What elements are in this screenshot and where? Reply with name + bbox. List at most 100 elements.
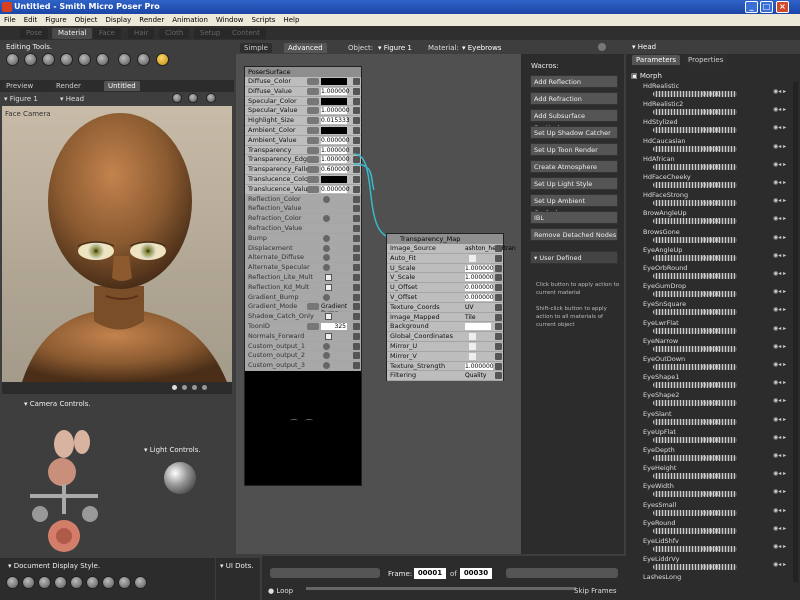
poser-surface-row[interactable]: Highlight_Size 0.015333 <box>245 116 361 126</box>
wacro-remove-detached-button[interactable]: Remove Detached Nodes <box>530 228 618 241</box>
morph-value[interactable]: 0.000 <box>702 217 721 225</box>
view-magnifier-tool-icon[interactable] <box>137 53 150 66</box>
poser-surface-row[interactable]: Custom_output_1 <box>245 341 361 352</box>
timeline-scrubber[interactable] <box>306 587 576 590</box>
input-plug-icon[interactable] <box>353 117 360 125</box>
morph-parameter[interactable]: EyeWidth 0.000 ◉◂ ▸ <box>643 482 793 502</box>
row-value-field[interactable]: 1.000000 <box>321 156 350 164</box>
room-tab-pose[interactable]: Pose <box>20 28 49 39</box>
input-plug-icon[interactable] <box>353 332 360 340</box>
poser-surface-row[interactable]: Diffuse_Color <box>245 77 361 87</box>
help-icon[interactable] <box>323 342 330 350</box>
morph-parameter[interactable]: HdFaceCheeky 0.000 ◉◂ ▸ <box>643 173 793 193</box>
input-plug-icon[interactable] <box>353 313 360 321</box>
morph-parameter[interactable]: HdAfrican 0.000 ◉◂ ▸ <box>643 155 793 175</box>
row-value-field[interactable] <box>321 126 347 134</box>
morph-parameter[interactable]: EyeHeight 0.000 ◉◂ ▸ <box>643 464 793 484</box>
transparency-map-row[interactable]: U_Offset 0.000000 <box>387 283 503 293</box>
row-value-field[interactable]: Tile <box>465 314 493 321</box>
wacro-toon-render-button[interactable]: Set Up Toon Render <box>530 143 618 156</box>
row-value-field[interactable] <box>321 97 347 105</box>
poser-surface-node[interactable]: PoserSurface Diffuse_Color Diffuse_Value 1… <box>244 66 362 486</box>
display-style-icon[interactable] <box>118 576 131 589</box>
poser-surface-row[interactable]: Specular_Value 1.000000 <box>245 106 361 117</box>
figure-dropdown[interactable]: ▾ Figure 1 <box>4 95 38 103</box>
row-value-field[interactable]: Quality <box>465 372 493 379</box>
input-plug-icon[interactable] <box>353 254 360 262</box>
wacro-shadow-catcher-button[interactable]: Set Up Shadow Catcher <box>530 126 618 139</box>
row-value-field[interactable]: 1.000000 <box>321 107 350 115</box>
morph-dial[interactable] <box>653 109 737 116</box>
wacro-create-atmosphere-button[interactable]: Create Atmosphere <box>530 160 618 173</box>
help-icon[interactable] <box>323 195 330 203</box>
morph-menu-icon[interactable]: ◉◂ ▸ <box>773 124 786 131</box>
value-dial-icon[interactable] <box>307 78 319 85</box>
input-plug-icon[interactable] <box>495 372 502 380</box>
display-style-icon[interactable] <box>6 576 19 589</box>
morph-value[interactable]: 0.000 <box>702 454 721 462</box>
morph-menu-icon[interactable]: ◉◂ ▸ <box>773 161 786 168</box>
display-style-icon[interactable] <box>102 576 115 589</box>
morph-value[interactable]: 0.000 <box>702 327 721 335</box>
checkbox[interactable] <box>325 273 332 281</box>
value-dial-icon[interactable] <box>307 117 319 125</box>
total-frames-field[interactable]: 00030 <box>460 568 492 579</box>
input-plug-icon[interactable] <box>495 264 502 272</box>
document-viewport[interactable]: Face Camera <box>2 106 232 382</box>
poser-surface-row[interactable]: Transparency_Falloff 0.600000 <box>245 165 361 175</box>
value-dial-icon[interactable] <box>307 87 319 95</box>
morph-menu-icon[interactable]: ◉◂ ▸ <box>773 197 786 204</box>
playback-buttons[interactable] <box>270 568 380 578</box>
morph-dial[interactable] <box>653 345 737 352</box>
morph-dial[interactable] <box>653 382 737 389</box>
morph-dial[interactable] <box>653 509 737 516</box>
morph-parameter[interactable]: EyeSlant 0.000 ◉◂ ▸ <box>643 410 793 430</box>
morph-dial[interactable] <box>653 163 737 170</box>
menu-help[interactable]: Help <box>283 16 299 24</box>
morph-value[interactable]: 0.000 <box>702 308 721 316</box>
poser-surface-row[interactable]: Diffuse_Value 1.000000 <box>245 87 361 97</box>
transparency-map-row[interactable]: Background <box>387 322 503 333</box>
poser-surface-header[interactable]: PoserSurface <box>245 67 361 77</box>
input-plug-icon[interactable] <box>353 244 360 252</box>
input-plug-icon[interactable] <box>353 293 360 301</box>
input-plug-icon[interactable] <box>353 136 360 144</box>
viewport-option-icon[interactable] <box>206 93 216 103</box>
input-plug-icon[interactable] <box>353 126 360 134</box>
help-icon[interactable] <box>323 293 330 301</box>
wacro-add-refraction-button[interactable]: Add Refraction <box>530 92 618 105</box>
material-dropdown[interactable]: ▾ Eyebrows <box>462 44 501 52</box>
transparency-map-row[interactable]: Auto_Fit <box>387 254 503 264</box>
viewport-layout-dot[interactable] <box>202 385 207 390</box>
morph-dial[interactable] <box>653 145 737 152</box>
display-style-icon[interactable] <box>70 576 83 589</box>
row-value-field[interactable]: 1.000000 <box>465 264 494 272</box>
morph-dial[interactable] <box>653 309 737 316</box>
input-plug-icon[interactable] <box>353 352 360 360</box>
morph-value[interactable]: 0.000 <box>702 381 721 389</box>
transparency-map-row[interactable]: Image_Mapped Tile <box>387 313 503 323</box>
keyframe-buttons[interactable] <box>506 568 618 578</box>
morph-value[interactable]: 0.000 <box>702 399 721 407</box>
morph-value[interactable]: 0.000 <box>702 490 721 498</box>
room-tab-face[interactable]: Face <box>93 28 121 39</box>
rotate-tool-icon[interactable] <box>6 53 19 66</box>
morph-menu-icon[interactable]: ◉◂ ▸ <box>773 470 786 477</box>
poser-surface-row[interactable]: Bump <box>245 233 361 244</box>
morph-menu-icon[interactable]: ◉◂ ▸ <box>773 343 786 350</box>
menu-render[interactable]: Render <box>139 16 164 24</box>
tab-untitled[interactable]: Untitled <box>104 81 140 91</box>
morph-parameter[interactable]: EyeLiddrVy 0.000 ◉◂ ▸ <box>643 555 793 575</box>
tab-preview[interactable]: Preview <box>2 81 38 91</box>
menu-object[interactable]: Object <box>75 16 98 24</box>
morph-value[interactable]: 0.000 <box>702 290 721 298</box>
input-plug-icon[interactable] <box>495 342 502 350</box>
morph-dial[interactable] <box>653 364 737 370</box>
morph-dial[interactable] <box>653 473 737 480</box>
poser-surface-row[interactable]: Reflection_Lite_Mult <box>245 272 361 283</box>
transparency-map-row[interactable]: Texture_Strength 1.000000 <box>387 362 503 372</box>
taper-tool-icon[interactable] <box>96 53 109 66</box>
morph-parameter[interactable]: EyeGumDrop 0.000 ◉◂ ▸ <box>643 282 793 302</box>
morph-menu-icon[interactable]: ◉◂ ▸ <box>773 361 786 368</box>
menu-scripts[interactable]: Scripts <box>252 16 276 24</box>
